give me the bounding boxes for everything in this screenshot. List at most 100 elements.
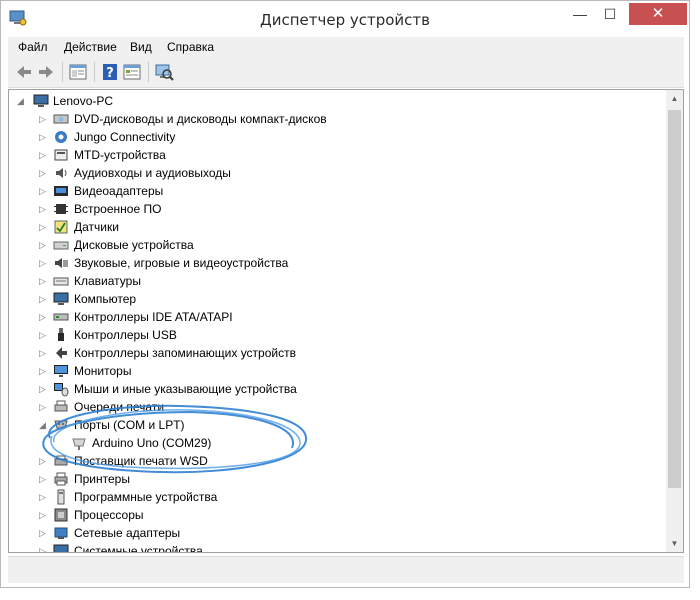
device-manager-window: Диспетчер устройств — ☐ ✕ Файл Действие … xyxy=(0,0,690,588)
expand-arrow-icon[interactable]: ▷ xyxy=(39,239,47,251)
title-bar: Диспетчер устройств — ☐ ✕ xyxy=(1,1,689,35)
tree-category-item[interactable]: ▷ Звуковые, игровые и видеоустройства xyxy=(9,254,649,272)
expand-arrow-icon[interactable]: ▷ xyxy=(39,275,47,287)
disk-drive-icon xyxy=(53,241,69,250)
menu-file[interactable]: Файл xyxy=(18,40,48,54)
tree-category-item[interactable]: ▷ Компьютер xyxy=(9,290,649,308)
device-tree: ◢ Lenovo-PC ▷ DVD-дисководы и дисководы ком… xyxy=(8,89,684,553)
tree-item-label: Звуковые, игровые и видеоустройства xyxy=(74,256,289,270)
tree-item-label: Поставщик печати WSD xyxy=(74,454,208,468)
tree-item-label: Клавиатуры xyxy=(74,274,141,288)
tree-item-label: Компьютер xyxy=(74,292,137,306)
expand-arrow-icon[interactable]: ▷ xyxy=(39,203,47,215)
tree-category-item[interactable]: ▷ Датчики xyxy=(9,218,649,236)
expand-arrow-icon[interactable]: ▷ xyxy=(39,185,47,197)
expand-arrow-icon[interactable]: ▷ xyxy=(39,527,47,539)
tree-category-item[interactable]: ▷ Видеоадаптеры xyxy=(9,182,649,200)
tree-child-item[interactable]: Arduino Uno (COM29) xyxy=(9,434,649,452)
tree-category-item[interactable]: ▷ Мыши и иные указывающие устройства xyxy=(9,380,649,398)
back-arrow-icon[interactable] xyxy=(14,62,34,82)
mtd-device-icon xyxy=(54,149,68,161)
expand-arrow-icon[interactable]: ▷ xyxy=(39,131,47,143)
expand-arrow-icon[interactable]: ▷ xyxy=(39,401,47,413)
expand-arrow-icon[interactable]: ▷ xyxy=(39,383,47,395)
tree-category-item[interactable]: ▷ Поставщик печати WSD xyxy=(9,452,649,470)
tree-category-item[interactable]: ▷ Очереди печати xyxy=(9,398,649,416)
expand-arrow-icon[interactable]: ▷ xyxy=(39,545,47,552)
expand-arrow-icon[interactable]: ▷ xyxy=(39,293,47,305)
expand-arrow-icon[interactable]: ▷ xyxy=(39,329,47,341)
tree-root-computer[interactable]: ◢ Lenovo-PC xyxy=(9,92,649,110)
scroll-down-icon[interactable]: ▼ xyxy=(666,535,683,552)
usb-icon xyxy=(58,328,64,341)
expand-arrow-icon[interactable]: ▷ xyxy=(39,455,47,467)
tree-category-item[interactable]: ▷ DVD-дисководы и дисководы компакт-диско… xyxy=(9,110,649,128)
speaker-icon xyxy=(56,168,67,178)
tree-item-label: DVD-дисководы и дисководы компакт-дисков xyxy=(74,112,327,126)
network-adapter-icon xyxy=(54,527,68,539)
expand-arrow-icon[interactable]: ▷ xyxy=(39,491,47,503)
tree-item-label: Мониторы xyxy=(74,364,132,378)
tree-category-item[interactable]: ▷ Дисковые устройства xyxy=(9,236,649,254)
scroll-up-icon[interactable]: ▲ xyxy=(666,90,683,107)
svg-text:?: ? xyxy=(106,66,114,81)
firmware-icon xyxy=(54,204,68,214)
menu-view[interactable]: Вид xyxy=(130,40,152,54)
scan-hardware-icon[interactable] xyxy=(154,62,174,82)
collapse-arrow-icon[interactable]: ◢ xyxy=(39,419,47,431)
expand-arrow-icon[interactable]: ▷ xyxy=(39,473,47,485)
tree-category-item[interactable]: ▷ Встроенное ПО xyxy=(9,200,649,218)
expand-arrow-icon[interactable]: ▷ xyxy=(39,113,47,125)
computer-icon xyxy=(53,292,69,305)
expand-arrow-icon[interactable]: ▷ xyxy=(39,167,47,179)
monitor-icon xyxy=(54,365,68,377)
vertical-scrollbar[interactable]: ▲ ▼ xyxy=(666,90,683,552)
toolbar: ? xyxy=(8,57,684,88)
expand-arrow-icon[interactable]: ▷ xyxy=(39,365,47,377)
properties-icon[interactable] xyxy=(68,62,88,82)
minimize-button[interactable]: — xyxy=(565,3,595,25)
computer-icon xyxy=(33,94,49,107)
maximize-button[interactable]: ☐ xyxy=(595,3,625,25)
tree-category-item[interactable]: ▷ Контроллеры USB xyxy=(9,326,649,344)
scrollbar-thumb[interactable] xyxy=(668,110,681,488)
tree-item-label: Сетевые адаптеры xyxy=(74,526,181,540)
tree-category-item[interactable]: ▷ Мониторы xyxy=(9,362,649,380)
tree-category-item[interactable]: ▷ Клавиатуры xyxy=(9,272,649,290)
tree-category-item[interactable]: ▷ Контроллеры запоминающих устройств xyxy=(9,344,649,362)
view-icon[interactable] xyxy=(122,62,142,82)
tree-item-label: Датчики xyxy=(74,220,119,234)
menu-action[interactable]: Действие xyxy=(64,40,117,54)
close-button[interactable]: ✕ xyxy=(629,3,687,25)
tree-category-item[interactable]: ▷ Аудиовходы и аудиовыходы xyxy=(9,164,649,182)
sensor-icon xyxy=(54,220,68,234)
tree-item-label: Программные устройства xyxy=(74,490,218,504)
jungo-icon xyxy=(55,131,67,143)
expand-arrow-icon[interactable]: ▷ xyxy=(39,347,47,359)
tree-item-label: Видеоадаптеры xyxy=(74,184,164,198)
keyboard-icon xyxy=(53,277,69,286)
expand-arrow-icon[interactable]: ▷ xyxy=(39,311,47,323)
expand-arrow-icon[interactable]: ▷ xyxy=(39,149,47,161)
menu-help[interactable]: Справка xyxy=(167,40,214,54)
ide-controller-icon xyxy=(53,313,69,321)
tree-category-item[interactable]: ▷ Контроллеры IDE ATA/ATAPI xyxy=(9,308,649,326)
tree-category-item[interactable]: ▷ Jungo Connectivity xyxy=(9,128,649,146)
status-bar xyxy=(8,556,684,583)
tree-category-item[interactable]: ◢ Порты (COM и LPT) xyxy=(9,416,649,434)
tree-category-item[interactable]: ▷ Принтеры xyxy=(9,470,649,488)
collapse-arrow-icon[interactable]: ◢ xyxy=(17,95,25,107)
tree-category-item[interactable]: ▷ Процессоры xyxy=(9,506,649,524)
tree-root-label: Lenovo-PC xyxy=(53,94,114,108)
tree-category-item[interactable]: ▷ Системные устройства xyxy=(9,542,649,552)
help-icon[interactable]: ? xyxy=(100,62,120,82)
tree-category-item[interactable]: ▷ MTD-устройства xyxy=(9,146,649,164)
port-device-icon xyxy=(72,438,86,450)
tree-category-item[interactable]: ▷ Программные устройства xyxy=(9,488,649,506)
expand-arrow-icon[interactable]: ▷ xyxy=(39,221,47,233)
expand-arrow-icon[interactable]: ▷ xyxy=(39,509,47,521)
tree-category-item[interactable]: ▷ Сетевые адаптеры xyxy=(9,524,649,542)
expand-arrow-icon[interactable]: ▷ xyxy=(39,257,47,269)
tree-item-label: Arduino Uno (COM29) xyxy=(92,436,212,450)
forward-arrow-icon[interactable] xyxy=(36,62,56,82)
